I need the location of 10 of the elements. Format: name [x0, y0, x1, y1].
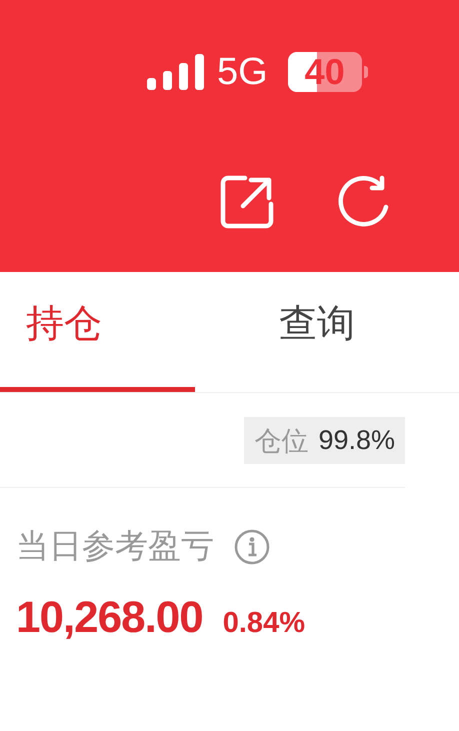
position-value: 99.8%	[318, 425, 395, 456]
tab[interactable]: 持仓	[0, 272, 195, 392]
info-icon[interactable]	[234, 528, 270, 564]
pnl-label: 当日参考盈亏	[16, 525, 214, 567]
signal-icon	[147, 54, 205, 90]
pnl-percent: 0.84%	[222, 607, 305, 640]
tab[interactable]: 查询	[195, 272, 459, 392]
position-label: 仓位	[254, 424, 308, 458]
pnl-value: 10,268.00	[16, 593, 203, 643]
network-label: 5G	[217, 50, 268, 94]
